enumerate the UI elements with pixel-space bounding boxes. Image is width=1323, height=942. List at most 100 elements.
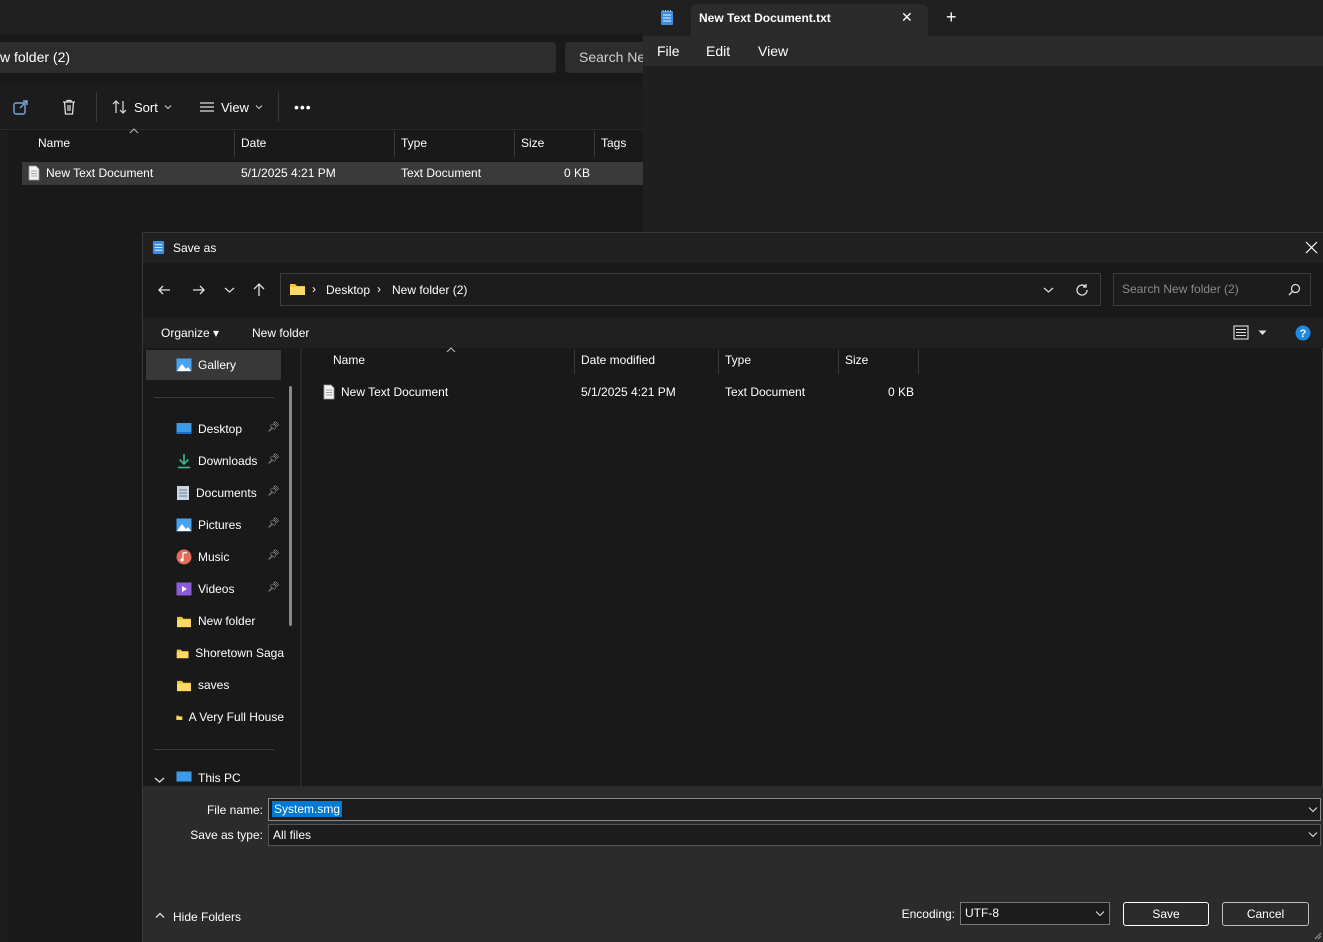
nav-label: A Very Full House (188, 710, 284, 724)
col-type[interactable]: Type (725, 353, 751, 367)
view-label: View (221, 99, 249, 115)
sort-icon (112, 100, 127, 114)
pin-icon: 📌︎ (267, 454, 280, 465)
explorer-nav-edge (0, 131, 8, 942)
nav-item-this-pc[interactable]: This PC (176, 771, 284, 786)
recent-locations-chevron-icon[interactable] (224, 286, 235, 294)
notepad-menu-bar (643, 36, 1323, 66)
explorer-col-tags[interactable]: Tags (595, 131, 643, 157)
menu-view[interactable]: View (758, 43, 788, 59)
column-divider[interactable] (918, 349, 919, 374)
cancel-button[interactable]: Cancel (1222, 902, 1309, 926)
nav-label: Documents (196, 486, 257, 500)
view-button[interactable]: View (199, 84, 263, 130)
file-name: New Text Document (341, 385, 449, 399)
delete-button[interactable] (60, 84, 78, 130)
chevron-down-icon (164, 105, 172, 110)
refresh-icon[interactable] (1075, 283, 1089, 297)
videos-icon (176, 582, 192, 596)
col-size[interactable]: Size (845, 353, 868, 367)
nav-item-saves[interactable]: saves (176, 675, 284, 695)
expand-chevron-icon[interactable] (154, 776, 165, 784)
explorer-col-type[interactable]: Type (395, 131, 515, 157)
folder-icon (176, 715, 183, 720)
nav-divider (154, 397, 274, 398)
breadcrumb-separator-icon: › (377, 282, 381, 296)
sort-button[interactable]: Sort (112, 84, 172, 130)
folder-icon (177, 680, 191, 691)
column-divider[interactable] (718, 349, 719, 374)
download-icon (178, 454, 190, 469)
nav-label: Desktop (198, 422, 243, 436)
menu-file[interactable]: File (657, 43, 680, 59)
chevron-down-icon[interactable] (1258, 330, 1267, 336)
hide-folders-button[interactable]: Hide Folders (173, 910, 241, 924)
notepad-icon (152, 240, 165, 254)
chevron-down-icon[interactable] (1308, 806, 1318, 813)
pane-divider[interactable] (300, 348, 302, 786)
dialog-title-bar (143, 233, 1323, 263)
column-divider[interactable] (838, 349, 839, 374)
column-divider[interactable] (574, 349, 575, 374)
file-type: Text Document (401, 166, 482, 180)
nav-item-a-very-full-house[interactable]: A Very Full House (176, 707, 284, 727)
save-type-label: Save as type: (190, 828, 263, 842)
chevron-down-icon[interactable] (1308, 831, 1318, 838)
breadcrumb-desktop[interactable]: Desktop (326, 283, 370, 297)
share-button[interactable] (12, 84, 30, 130)
explorer-col-name[interactable]: Name (32, 131, 234, 157)
dialog-search-box[interactable]: Search New folder (2) (1113, 273, 1311, 306)
help-icon[interactable]: ? (1295, 325, 1311, 341)
text-file-icon (323, 384, 335, 400)
nav-label: Shoretown Saga (195, 646, 284, 660)
chevron-up-icon[interactable] (155, 912, 165, 919)
more-button[interactable]: ••• (294, 84, 312, 130)
nav-item-gallery[interactable]: Gallery (176, 355, 284, 375)
explorer-col-date[interactable]: Date (235, 131, 395, 157)
resize-grip-icon[interactable] (1313, 931, 1322, 940)
tab-close-icon[interactable]: ✕ (901, 9, 913, 26)
forward-icon[interactable] (192, 283, 206, 297)
organize-button[interactable]: Organize ▾ (161, 326, 219, 340)
breadcrumb-folder[interactable]: New folder (2) (392, 283, 467, 297)
file-name-value: System.smg (272, 801, 343, 817)
documents-icon (177, 486, 189, 500)
explorer-address-bar[interactable]: w folder (2) (0, 42, 556, 73)
dialog-title: Save as (173, 241, 217, 255)
folder-icon (177, 616, 191, 627)
nav-item-shoretown-saga[interactable]: Shoretown Saga (176, 643, 284, 663)
sort-arrow-icon (129, 128, 139, 134)
save-button[interactable]: Save (1123, 902, 1209, 926)
close-icon[interactable] (1305, 241, 1318, 254)
encoding-select[interactable]: UTF-8 (960, 902, 1110, 925)
dialog-command-bar (143, 318, 1323, 348)
view-icon (200, 102, 214, 112)
view-options-icon[interactable] (1233, 325, 1249, 340)
menu-edit[interactable]: Edit (706, 43, 730, 59)
nav-item-new-folder[interactable]: New folder (176, 611, 284, 631)
chevron-down-icon[interactable] (1095, 910, 1105, 917)
notepad-icon (661, 10, 673, 25)
nav-label: saves (198, 678, 230, 692)
sort-arrow-icon (446, 347, 456, 353)
nav-label: Music (198, 550, 230, 564)
nav-scrollbar[interactable] (289, 386, 292, 626)
nav-divider (154, 749, 274, 750)
pin-icon: 📌︎ (267, 582, 280, 593)
encoding-label: Encoding: (901, 907, 955, 921)
new-folder-button[interactable]: New folder (252, 326, 309, 340)
back-icon[interactable] (157, 283, 171, 297)
file-name-input[interactable] (268, 798, 1321, 821)
new-tab-button[interactable]: + (946, 7, 957, 28)
explorer-top-bar (0, 0, 643, 34)
address-dropdown-icon[interactable] (1043, 286, 1054, 294)
notepad-text-area[interactable] (643, 66, 1323, 232)
col-date-modified[interactable]: Date modified (581, 353, 655, 367)
up-icon[interactable] (252, 282, 266, 297)
col-name[interactable]: Name (333, 353, 365, 367)
save-type-select[interactable]: All files (268, 824, 1321, 846)
file-date: 5/1/2025 4:21 PM (581, 385, 676, 399)
pin-icon: 📌︎ (267, 518, 280, 529)
explorer-col-size[interactable]: Size (515, 131, 595, 157)
share-icon (13, 100, 28, 115)
